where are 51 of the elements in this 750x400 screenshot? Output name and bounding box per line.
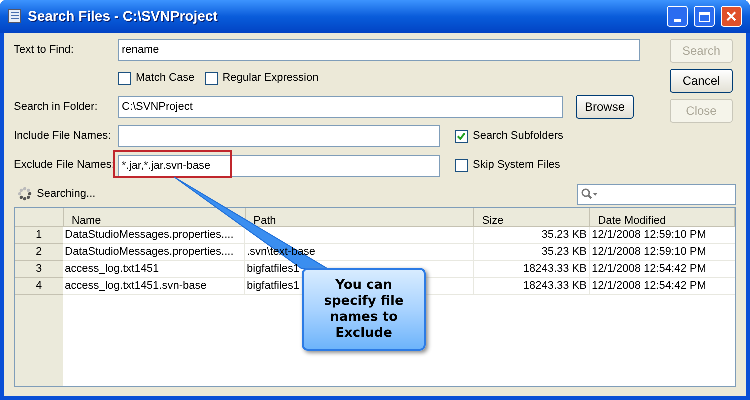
field-label: Search in Folder:	[14, 100, 99, 115]
table-cell-text: 12/1/2008 12:54:42 PM	[591, 262, 708, 277]
checkbox[interactable]	[204, 72, 218, 84]
checkbox[interactable]	[118, 72, 131, 84]
filter-field[interactable]	[577, 184, 736, 204]
table-cell: 18243.33 KB	[474, 278, 590, 294]
table-cell: access_log.txt1451	[63, 261, 245, 277]
column-header[interactable]: Date Modified	[598, 215, 666, 227]
table-cell: 35.23 KB	[474, 227, 590, 243]
table-cell: bigfatfiles1	[247, 263, 300, 275]
window-icon	[8, 9, 22, 24]
checkbox[interactable]	[455, 158, 468, 172]
column-header[interactable]: Name	[72, 215, 102, 227]
table-cell: DataStudioMessages.properties....	[63, 244, 245, 260]
table-cell-text: 12/1/2008 12:59:10 PM	[591, 228, 708, 243]
row-number: 4	[15, 278, 63, 295]
checkbox[interactable]	[455, 130, 468, 142]
table-cell: 35.23 KB	[474, 244, 590, 260]
input-field[interactable]: C:\SVNProject	[118, 96, 563, 118]
table-cell: access_log.txt1451.svn-base	[63, 278, 245, 294]
row-number: 1	[15, 227, 63, 244]
checkbox-label: Match Case	[136, 70, 195, 86]
button[interactable]: Browse	[576, 95, 634, 119]
close-button[interactable]	[721, 6, 742, 27]
callout-text: You can specify file names to Exclude	[323, 278, 405, 342]
input-field[interactable]: *.jar,*.jar.svn-base	[118, 155, 440, 177]
status-text: Searching...	[37, 186, 96, 202]
search-icon	[581, 188, 599, 200]
input-field[interactable]	[118, 125, 440, 147]
minimize-button[interactable]	[667, 6, 688, 27]
button[interactable]: Cancel	[670, 69, 733, 93]
spinner-icon	[18, 187, 32, 201]
checkbox-label: Skip System Files	[473, 158, 560, 173]
field-label: Exclude File Names:	[14, 158, 116, 173]
close-icon	[726, 11, 737, 22]
maximize-button[interactable]	[694, 6, 715, 27]
input-field[interactable]: rename	[118, 39, 640, 61]
table-cell: bigfatfiles1	[247, 280, 300, 292]
field-label: Include File Names:	[14, 128, 112, 144]
checkbox-label: Regular Expression	[222, 70, 319, 86]
table-cell: 18243.33 KB	[474, 261, 590, 277]
checkbox-label: Search Subfolders	[473, 128, 564, 144]
row-number: 2	[15, 244, 63, 261]
row-number: 3	[15, 261, 63, 278]
check-icon	[457, 132, 466, 140]
field-label: Text to Find:	[14, 42, 75, 58]
table-cell-text: 12/1/2008 12:59:10 PM	[591, 245, 708, 260]
table-cell-text: 12/1/2008 12:54:42 PM	[591, 279, 708, 294]
column-header[interactable]: Path	[254, 215, 276, 227]
window-title: Search Files - C:\SVNProject	[28, 7, 219, 26]
column-header[interactable]: Size	[482, 215, 504, 227]
